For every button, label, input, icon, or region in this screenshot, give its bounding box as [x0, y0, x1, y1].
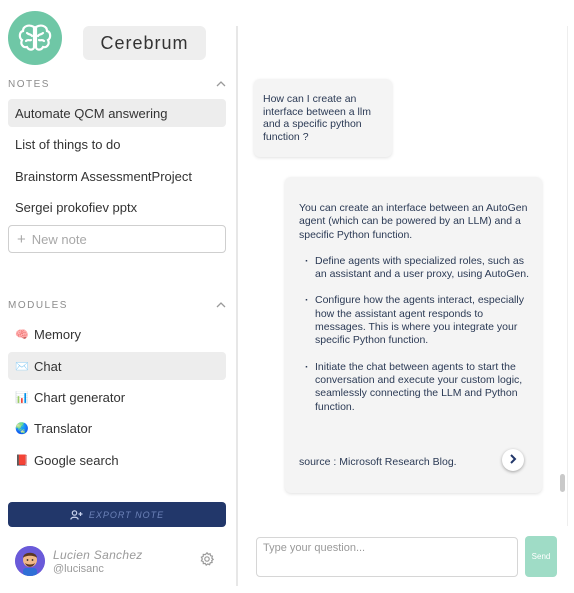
module-item-memory[interactable]: 🧠 Memory — [8, 320, 226, 348]
sidebar-divider — [236, 26, 238, 586]
source-line: source : Microsoft Research Blog. — [299, 456, 457, 469]
plus-icon: + — [17, 230, 26, 248]
note-item-label: Brainstorm AssessmentProject — [15, 168, 193, 184]
note-item[interactable]: List of things to do — [8, 130, 226, 158]
new-note-input[interactable]: + New note — [8, 225, 226, 253]
bot-intro-text: You can create an interface between an A… — [299, 202, 528, 241]
export-note-button[interactable]: EXPORT NOTE — [8, 502, 226, 527]
bot-point: Configure how the agents interact, espec… — [305, 294, 530, 347]
chevron-up-icon[interactable] — [214, 79, 228, 89]
bot-point: Initiate the chat between agents to star… — [305, 361, 530, 414]
module-item-translator[interactable]: 🌏 Translator — [8, 414, 226, 442]
note-item-label: Sergei prokofiev pptx — [15, 199, 138, 215]
brain-emoji-icon: 🧠 — [15, 328, 29, 341]
export-note-label: EXPORT NOTE — [88, 509, 165, 520]
new-note-placeholder: New note — [31, 231, 87, 247]
chevron-up-icon[interactable] — [214, 300, 228, 310]
note-item[interactable]: Sergei prokofiev pptx — [8, 193, 226, 221]
note-item-label: Automate QCM answering — [15, 105, 168, 121]
chevron-right-icon — [509, 451, 517, 469]
module-item-label: Google search — [34, 452, 119, 468]
send-button[interactable]: Send — [525, 536, 557, 577]
source-value: Microsoft Research Blog. — [339, 456, 457, 468]
bot-point: Define agents with specialized roles, su… — [305, 255, 530, 282]
note-item[interactable]: Brainstorm AssessmentProject — [8, 162, 226, 190]
note-item[interactable]: Automate QCM answering — [8, 99, 226, 127]
user-message-text: How can I create an interface between a … — [263, 93, 371, 143]
notes-header-label: NOTES — [8, 78, 50, 90]
scrollbar-thumb[interactable] — [560, 474, 565, 492]
sidebar: Cerebrum NOTES Automate QCM answering Li… — [0, 0, 236, 593]
globe-emoji-icon: 🌏 — [15, 422, 29, 435]
bot-points-list: Define agents with specialized roles, su… — [299, 255, 530, 414]
modules-section-header[interactable]: MODULES — [8, 298, 228, 312]
brain-icon[interactable] — [8, 11, 62, 65]
source-label: source : — [299, 456, 337, 468]
module-item-label: Translator — [34, 420, 93, 436]
app-window: Cerebrum NOTES Automate QCM answering Li… — [0, 0, 574, 593]
gear-icon[interactable] — [200, 551, 215, 567]
add-user-icon — [70, 509, 83, 520]
module-item-label: Chart generator — [34, 389, 126, 405]
modules-header-label: MODULES — [8, 299, 68, 311]
bar-chart-emoji-icon: 📊 — [15, 391, 29, 404]
book-emoji-icon: 📕 — [15, 454, 29, 467]
note-item-label: List of things to do — [15, 136, 121, 152]
module-item-label: Chat — [34, 358, 62, 374]
notes-section-header[interactable]: NOTES — [8, 77, 228, 91]
user-handle: @lucisanc — [53, 563, 104, 575]
module-item-chat[interactable]: ✉️ Chat — [8, 352, 226, 380]
bot-message-bubble: You can create an interface between an A… — [285, 177, 542, 493]
question-input[interactable] — [256, 537, 518, 577]
avatar[interactable] — [15, 546, 45, 576]
app-title: Cerebrum — [83, 26, 206, 60]
panel-edge — [567, 26, 568, 526]
user-name: Lucien Sanchez — [53, 548, 143, 562]
envelope-emoji-icon: ✉️ — [15, 360, 29, 373]
module-item-google-search[interactable]: 📕 Google search — [8, 446, 226, 474]
module-item-chart-generator[interactable]: 📊 Chart generator — [8, 383, 226, 411]
module-item-label: Memory — [34, 326, 81, 342]
user-message-bubble: How can I create an interface between a … — [254, 79, 392, 157]
next-button[interactable] — [502, 449, 524, 471]
